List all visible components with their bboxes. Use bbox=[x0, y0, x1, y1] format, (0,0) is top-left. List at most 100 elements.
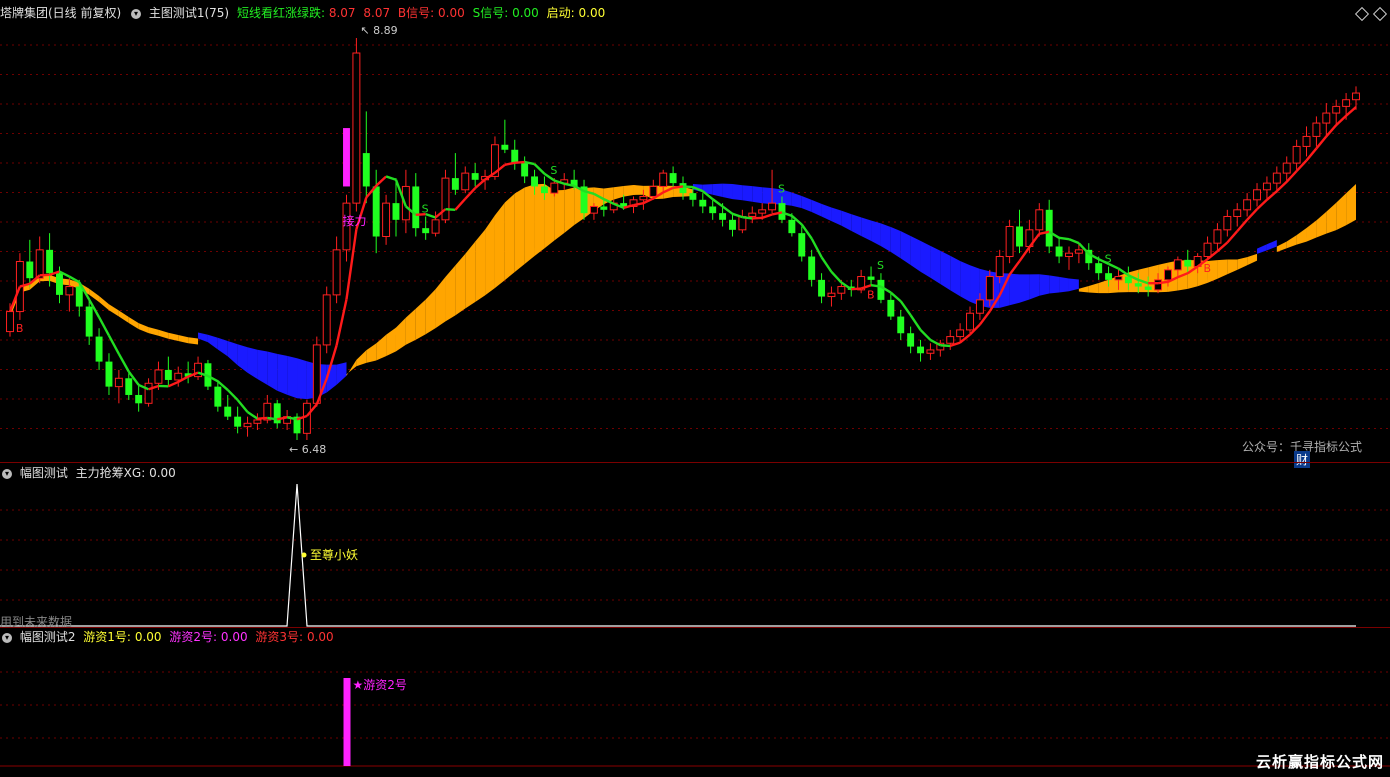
candle-down bbox=[452, 178, 459, 190]
candle-up bbox=[828, 293, 835, 296]
s-signal-val: 0.00 bbox=[512, 6, 539, 20]
candle-up bbox=[976, 300, 983, 313]
main-force-xg-line bbox=[0, 484, 1356, 626]
candle-up bbox=[1164, 270, 1171, 280]
candle-up bbox=[551, 183, 558, 193]
candle-up bbox=[1036, 210, 1043, 230]
candle-up bbox=[927, 350, 934, 353]
trend-band-segment bbox=[277, 354, 287, 395]
trend-band-segment bbox=[1217, 260, 1227, 279]
candle-down bbox=[26, 262, 33, 279]
candle-down bbox=[689, 193, 696, 200]
ma-short-segment bbox=[713, 199, 723, 206]
ma-short-segment bbox=[1346, 107, 1356, 116]
candle-up bbox=[66, 287, 73, 295]
ma-short-segment bbox=[168, 382, 178, 386]
candle-up bbox=[244, 423, 251, 426]
trend-band-segment bbox=[416, 299, 426, 339]
candle-up bbox=[1066, 253, 1073, 256]
candle-up bbox=[1155, 280, 1162, 290]
sub2-name: 幅图测试2 bbox=[20, 630, 76, 644]
sub1-spike-label: 至尊小妖 bbox=[310, 547, 358, 562]
ma-short-segment bbox=[267, 418, 277, 419]
candle-down bbox=[224, 407, 231, 417]
trend-band-segment bbox=[1089, 283, 1099, 293]
trend-band-segment bbox=[485, 215, 495, 295]
trend-band-segment bbox=[1267, 240, 1277, 250]
ma-short-segment bbox=[921, 330, 931, 340]
collapse-icon[interactable]: ▾ bbox=[131, 9, 141, 19]
collapse-icon[interactable]: ▾ bbox=[2, 633, 12, 643]
sub2-v3: 0.00 bbox=[307, 630, 334, 644]
candle-down bbox=[680, 183, 687, 193]
candle-up bbox=[1075, 250, 1082, 253]
trend-band-segment bbox=[614, 186, 624, 200]
candle-up bbox=[1303, 136, 1310, 146]
candle-up bbox=[1313, 123, 1320, 136]
ma-short-segment bbox=[673, 186, 683, 187]
candle-down bbox=[670, 173, 677, 183]
ma-short-segment bbox=[822, 257, 832, 272]
candle-up bbox=[155, 370, 162, 383]
candle-up bbox=[1333, 106, 1340, 113]
trend-band-segment bbox=[455, 254, 465, 315]
trend-band-segment bbox=[723, 184, 733, 199]
trend-band-segment bbox=[406, 309, 416, 345]
trend-band-segment bbox=[554, 190, 564, 240]
candle-down bbox=[472, 173, 479, 180]
candle-down bbox=[96, 337, 103, 362]
candle-down bbox=[1016, 226, 1023, 246]
collapse-icon[interactable]: ▾ bbox=[2, 469, 12, 479]
candle-down bbox=[56, 273, 63, 295]
start-label: 启动: bbox=[547, 6, 575, 20]
candle-up bbox=[333, 250, 340, 295]
trend-band-segment bbox=[752, 186, 762, 203]
start-val: 0.00 bbox=[579, 6, 606, 20]
trend-band-segment bbox=[564, 188, 574, 233]
candle-down bbox=[868, 277, 875, 280]
legend-label: 短线看红涨绿跌: bbox=[237, 6, 325, 20]
ma-short-segment bbox=[535, 164, 545, 174]
trend-band-segment bbox=[535, 184, 545, 256]
candle-up bbox=[660, 173, 667, 186]
finance-badge[interactable]: 财 bbox=[1294, 451, 1310, 468]
candle-down bbox=[1135, 283, 1142, 286]
trend-band-segment bbox=[1277, 242, 1287, 253]
ma-short-segment bbox=[940, 345, 950, 346]
ma-short-segment bbox=[930, 340, 940, 345]
signal-annotation: B bbox=[16, 322, 24, 335]
candle-up bbox=[175, 373, 182, 380]
trend-band-segment bbox=[1297, 228, 1307, 245]
trend-band-segment bbox=[861, 217, 871, 240]
ma-short-segment bbox=[1158, 282, 1168, 283]
candle-down bbox=[779, 203, 786, 220]
trend-band-segment bbox=[1307, 220, 1317, 241]
candle-up bbox=[323, 295, 330, 345]
candle-down bbox=[887, 300, 894, 317]
trend-band-segment bbox=[1020, 274, 1030, 302]
low-price-label: ← 6.48 bbox=[289, 443, 326, 456]
candle-down bbox=[46, 250, 53, 273]
ma-short-segment bbox=[1247, 209, 1257, 220]
candle-down bbox=[363, 153, 370, 186]
trend-band-segment bbox=[426, 289, 436, 334]
trend-band-segment bbox=[248, 347, 258, 379]
candle-up bbox=[1006, 226, 1013, 256]
trend-band-segment bbox=[881, 223, 891, 252]
trend-band-segment bbox=[940, 251, 950, 290]
trend-band-segment bbox=[287, 356, 297, 398]
indicator-name: 主图测试1(75) bbox=[149, 6, 229, 20]
sub1-name: 幅图测试 bbox=[20, 466, 68, 480]
trend-band-segment bbox=[337, 362, 347, 385]
candle-up bbox=[1214, 230, 1221, 243]
candle-up bbox=[650, 186, 657, 196]
candle-down bbox=[709, 206, 716, 213]
trend-band-segment bbox=[109, 304, 119, 316]
trend-band-segment bbox=[178, 335, 188, 343]
trend-band-segment bbox=[228, 341, 238, 365]
ma-short-segment bbox=[109, 336, 119, 354]
signal-annotation: 接力 bbox=[343, 213, 367, 228]
ma-short-segment bbox=[901, 301, 911, 315]
candle-up bbox=[254, 420, 261, 423]
signal-annotation: S bbox=[422, 202, 429, 215]
